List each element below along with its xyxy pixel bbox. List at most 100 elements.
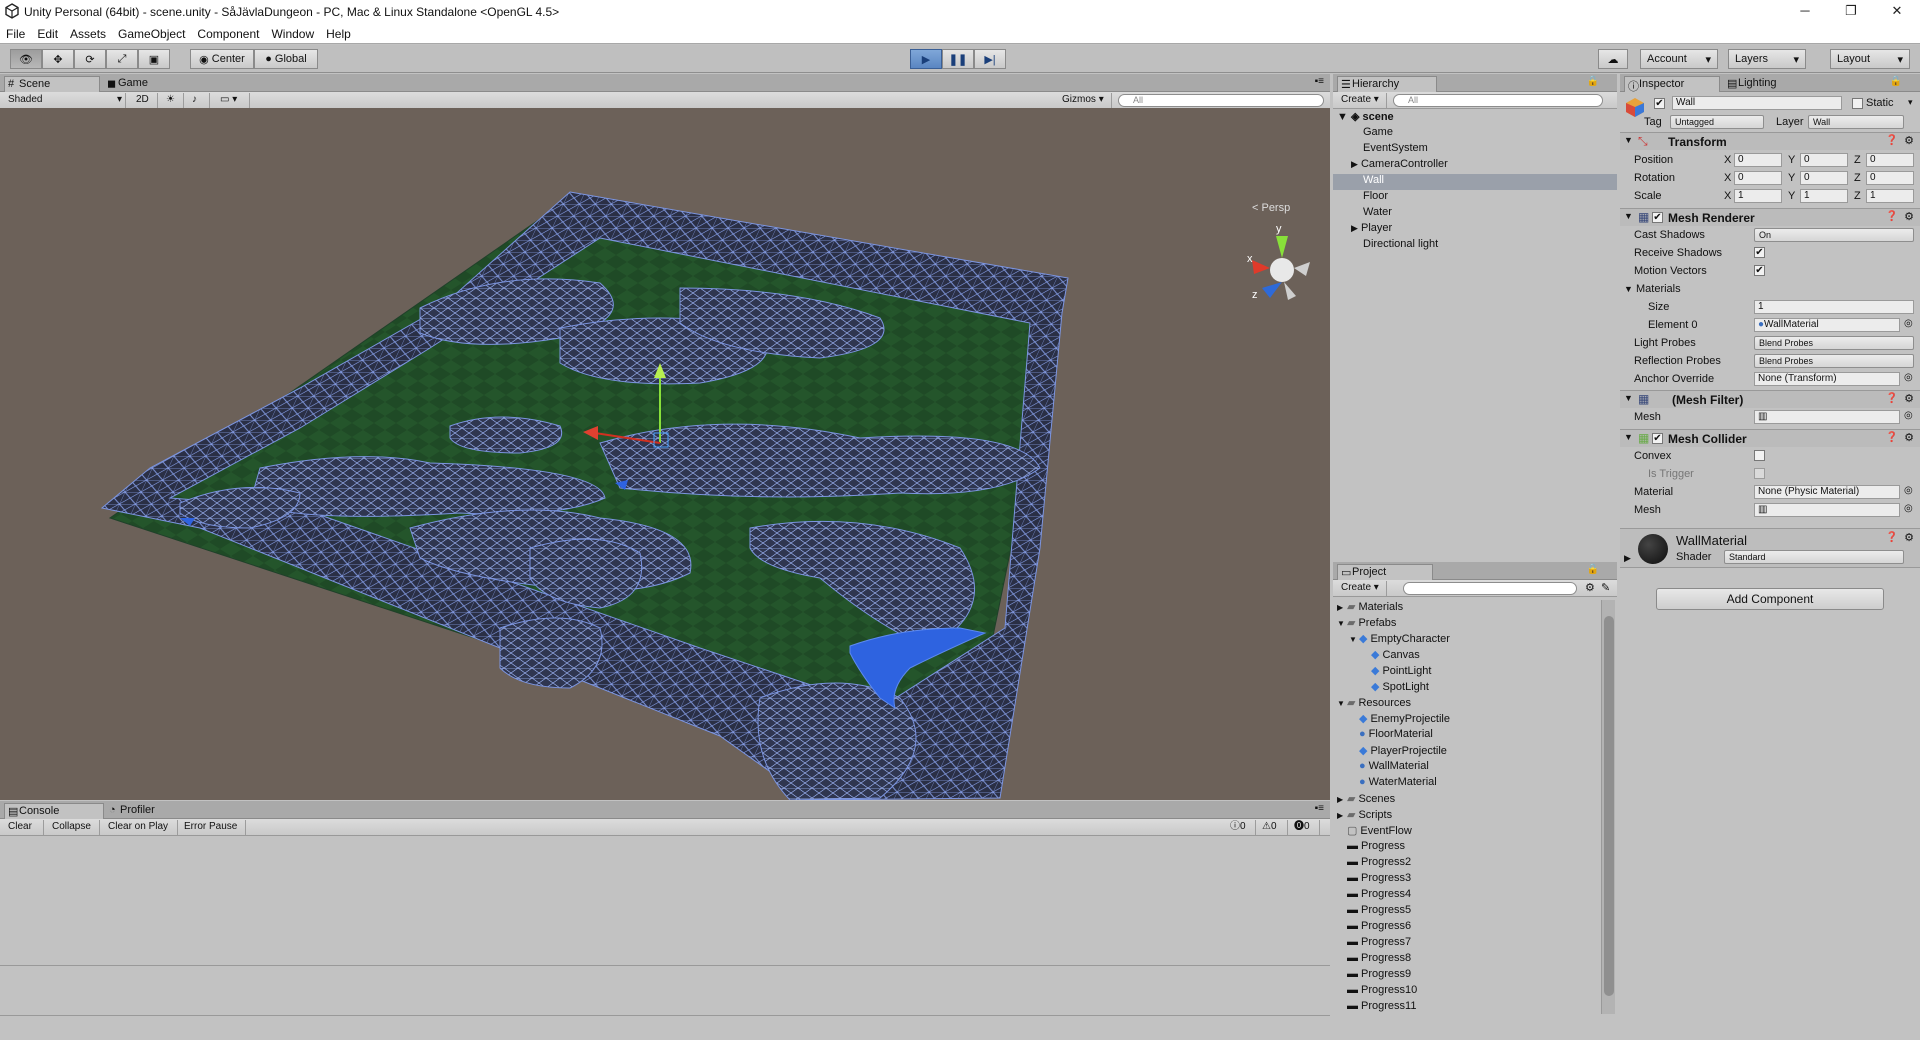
mesh-filter-mesh-field[interactable]: ▥	[1754, 410, 1900, 424]
filter-type-icon[interactable]: ⚙	[1585, 581, 1595, 594]
error-pause-toggle[interactable]: Error Pause	[180, 820, 246, 835]
light-probes-dropdown[interactable]: Blend Probes	[1754, 336, 1914, 350]
project-item[interactable]: ▬ Progress9	[1337, 968, 1411, 980]
chevron-right-icon[interactable]: ▶	[1624, 553, 1631, 564]
project-item[interactable]: ◆ Canvas	[1361, 648, 1420, 661]
motion-vectors-checkbox[interactable]: ✔	[1754, 265, 1765, 276]
console-log-area[interactable]	[0, 836, 1330, 1016]
project-item[interactable]: ▬ Progress7	[1337, 936, 1411, 948]
add-component-button[interactable]: Add Component	[1656, 588, 1884, 610]
hierarchy-item-game[interactable]: Game	[1363, 126, 1393, 138]
clear-on-play-toggle[interactable]: Clear on Play	[104, 820, 178, 835]
tab-project[interactable]: ▭ Project	[1337, 564, 1433, 580]
pivot-center-button[interactable]: ◉ Center	[190, 49, 254, 69]
object-picker-icon[interactable]: ◎	[1904, 503, 1913, 514]
scale-x-field[interactable]: 1	[1734, 189, 1782, 203]
move-tool-button[interactable]: ✥	[42, 49, 74, 69]
project-search-input[interactable]	[1403, 582, 1577, 595]
hierarchy-item-water[interactable]: Water	[1363, 206, 1392, 218]
rotation-y-field[interactable]: 0	[1800, 171, 1848, 185]
menu-edit[interactable]: Edit	[31, 27, 64, 41]
project-item[interactable]: ▬ Progress2	[1337, 856, 1411, 868]
menu-file[interactable]: File	[0, 27, 31, 41]
account-dropdown[interactable]: Account ▾	[1640, 49, 1718, 69]
hierarchy-create-dropdown[interactable]: Create ▾	[1337, 93, 1387, 108]
error-filter-toggle[interactable]: ⓿0	[1290, 820, 1320, 835]
project-item[interactable]: ◆ PointLight	[1361, 664, 1431, 677]
lock-icon[interactable]: 🔒	[1890, 76, 1902, 87]
position-y-field[interactable]: 0	[1800, 153, 1848, 167]
project-item[interactable]: ▬ Progress5	[1337, 904, 1411, 916]
scale-tool-button[interactable]: ⤢	[106, 49, 138, 69]
cloud-button[interactable]: ☁	[1598, 49, 1628, 69]
menu-assets[interactable]: Assets	[64, 27, 112, 41]
scene-viewport[interactable]: y x z < Persp	[0, 108, 1330, 800]
position-z-field[interactable]: 0	[1866, 153, 1914, 167]
menu-help[interactable]: Help	[320, 27, 357, 41]
layers-dropdown[interactable]: Layers ▾	[1728, 49, 1806, 69]
menu-component[interactable]: Component	[191, 27, 265, 41]
collapse-toggle[interactable]: Collapse	[48, 820, 100, 835]
project-item[interactable]: ▼ ▰ Resources	[1337, 696, 1411, 709]
shader-dropdown[interactable]: Standard	[1724, 550, 1904, 564]
mesh-filter-header[interactable]: ▼ ▦ (Mesh Filter) ❓ ⚙	[1620, 390, 1920, 408]
lighting-toggle[interactable]: ☀	[162, 93, 184, 108]
transform-header[interactable]: ▼ ⤡ Transform ❓ ⚙	[1620, 132, 1920, 150]
gear-icon[interactable]: ⚙	[1904, 431, 1914, 444]
static-checkbox[interactable]	[1852, 98, 1863, 109]
project-item[interactable]: ▬ Progress4	[1337, 888, 1411, 900]
object-picker-icon[interactable]: ◎	[1904, 410, 1913, 421]
lock-icon[interactable]: 🔒	[1587, 564, 1599, 575]
project-item[interactable]: ▬ Progress6	[1337, 920, 1411, 932]
help-icon[interactable]: ❓	[1886, 211, 1898, 222]
object-picker-icon[interactable]: ◎	[1904, 372, 1913, 383]
element0-field[interactable]: ●WallMaterial	[1754, 318, 1900, 332]
project-item[interactable]: ◆ EnemyProjectile	[1349, 712, 1450, 725]
hierarchy-item-eventsystem[interactable]: EventSystem	[1363, 142, 1428, 154]
chevron-right-icon[interactable]: ▶	[1337, 603, 1347, 612]
project-item[interactable]: ▶ ▰ Materials	[1337, 600, 1403, 613]
project-item[interactable]: ● WaterMaterial	[1349, 776, 1437, 788]
scale-z-field[interactable]: 1	[1866, 189, 1914, 203]
tab-game[interactable]: ◼ Game	[104, 76, 184, 92]
chevron-right-icon[interactable]: ▶	[1337, 795, 1347, 804]
tag-dropdown[interactable]: Untagged	[1670, 115, 1764, 129]
help-icon[interactable]: ❓	[1886, 432, 1898, 443]
hierarchy-item-wall[interactable]: Wall	[1363, 174, 1384, 186]
layout-dropdown[interactable]: Layout ▾	[1830, 49, 1910, 69]
play-button[interactable]: ▶	[910, 49, 942, 69]
is-trigger-checkbox[interactable]	[1754, 468, 1765, 479]
perspective-label[interactable]: < Persp	[1252, 202, 1290, 214]
object-picker-icon[interactable]: ◎	[1904, 318, 1913, 329]
mesh-renderer-enabled-checkbox[interactable]: ✔	[1652, 212, 1663, 223]
object-name-field[interactable]: Wall	[1672, 96, 1842, 110]
chevron-down-icon[interactable]: ▼	[1337, 619, 1347, 628]
warning-filter-toggle[interactable]: ⚠0	[1258, 820, 1288, 835]
tab-hierarchy[interactable]: ☰ Hierarchy	[1337, 76, 1437, 92]
collider-material-field[interactable]: None (Physic Material)	[1754, 485, 1900, 499]
help-icon[interactable]: ❓	[1886, 393, 1898, 404]
materials-size-field[interactable]: 1	[1754, 300, 1914, 314]
project-scrollbar[interactable]	[1601, 600, 1615, 1014]
collider-mesh-field[interactable]: ▥	[1754, 503, 1900, 517]
project-item[interactable]: ◆ PlayerProjectile	[1349, 744, 1447, 757]
scene-root[interactable]: ▼ ◈ scene	[1337, 110, 1394, 123]
project-item[interactable]: ▢ EventFlow	[1337, 824, 1412, 837]
mesh-renderer-header[interactable]: ▼ ▦ ✔ Mesh Renderer ❓ ⚙	[1620, 208, 1920, 226]
position-x-field[interactable]: 0	[1734, 153, 1782, 167]
project-item[interactable]: ▬ Progress3	[1337, 872, 1411, 884]
effects-dropdown[interactable]: ▭ ▾	[216, 93, 250, 108]
lock-icon[interactable]: 🔒	[1587, 76, 1599, 87]
hierarchy-item-floor[interactable]: Floor	[1363, 190, 1388, 202]
project-item[interactable]: ▶ ▰ Scripts	[1337, 808, 1392, 821]
rect-tool-button[interactable]: ▣	[138, 49, 170, 69]
active-checkbox[interactable]: ✔	[1654, 98, 1665, 109]
maximize-button[interactable]: ❐	[1828, 0, 1874, 24]
receive-shadows-checkbox[interactable]: ✔	[1754, 247, 1765, 258]
close-button[interactable]: ✕	[1874, 0, 1920, 24]
materials-foldout[interactable]: ▼ Materials	[1624, 283, 1681, 295]
help-icon[interactable]: ❓	[1886, 135, 1898, 146]
project-item[interactable]: ▬ Progress10	[1337, 984, 1417, 996]
log-filter-toggle[interactable]: ⓘ0	[1226, 820, 1256, 835]
mesh-collider-header[interactable]: ▼ ▦ ✔ Mesh Collider ❓ ⚙	[1620, 429, 1920, 447]
